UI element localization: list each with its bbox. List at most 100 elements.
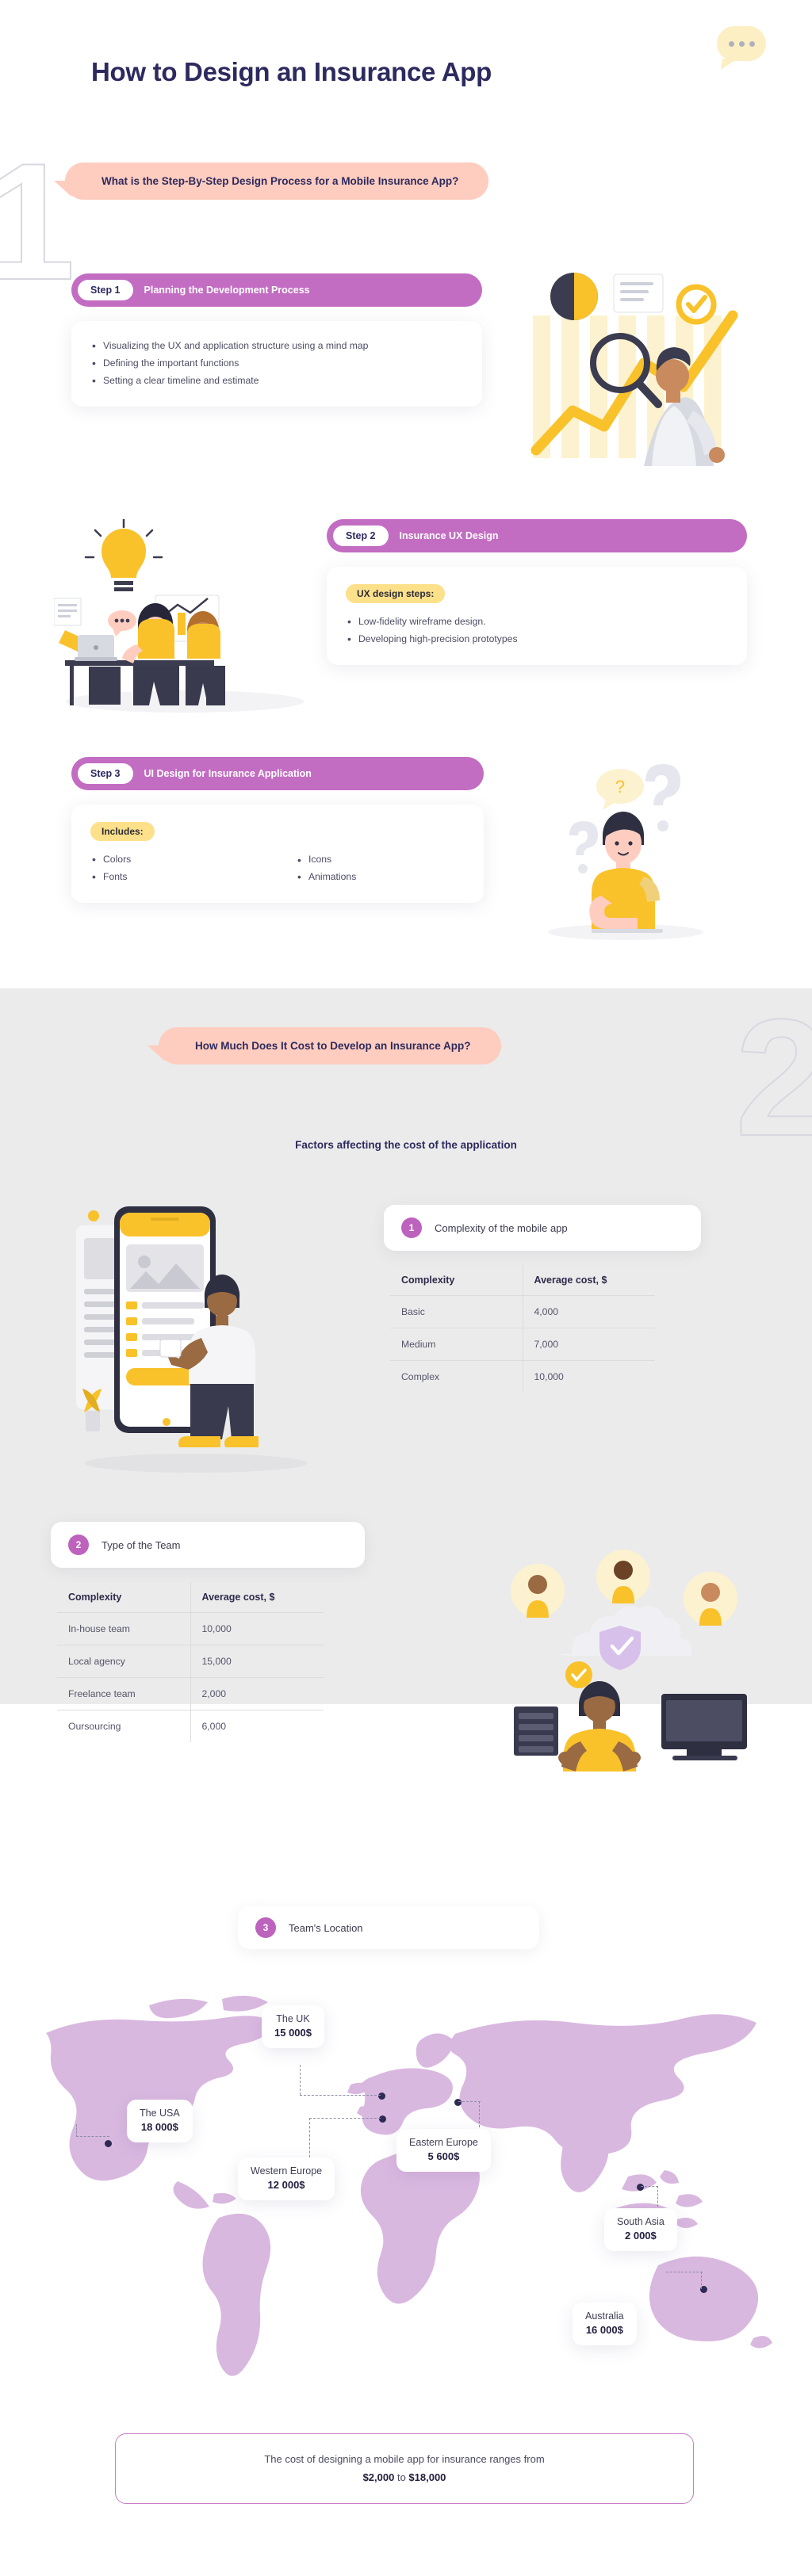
list-item: Icons — [296, 851, 465, 869]
step-1-bullets: Visualizing the UX and application struc… — [90, 338, 463, 389]
connector-eastern-v — [479, 2101, 480, 2131]
page-header: How to Design an Insurance App — [0, 0, 812, 151]
svg-text:?: ? — [615, 777, 625, 797]
illustration-thinking-person: ? — [548, 764, 703, 940]
map-label-name: Eastern Europe — [409, 2137, 478, 2148]
section-design-process: 1 How to Design an Insurance App What is… — [0, 0, 812, 988]
step-3-block: Step 3 UI Design for Insurance Applicati… — [71, 757, 484, 903]
factor-3-chip: 3 Team's Location — [238, 1906, 539, 1949]
map-label-western-europe: Western Europe 12 000$ — [238, 2157, 335, 2201]
table-row: Freelance team 2,000 — [57, 1677, 324, 1710]
factor-2-block: 2 Type of the Team Complexity Average co… — [51, 1522, 365, 1742]
connector-southasia-h — [641, 2186, 658, 2187]
map-label-cost: 5 600$ — [427, 2150, 460, 2162]
factor-1-table-wrap: Complexity Average cost, $ Basic 4,000 M… — [390, 1265, 655, 1393]
column-header: Average cost, $ — [190, 1582, 324, 1613]
map-label-south-asia: South Asia 2 000$ — [604, 2208, 677, 2252]
chat-dots-icon — [717, 26, 766, 61]
map-pin-uk — [378, 2093, 385, 2100]
map-label-cost: 2 000$ — [625, 2229, 657, 2242]
cell-value: 10,000 — [534, 1371, 564, 1382]
step-2-tag: UX design steps: — [346, 584, 446, 603]
factor-1-block: 1 Complexity of the mobile app Complexit… — [384, 1205, 701, 1393]
step-3-tag: Includes: — [90, 822, 155, 841]
map-label-name: The USA — [140, 2108, 180, 2119]
column-header: Average cost, $ — [523, 1265, 655, 1296]
connector-uk-h — [300, 2095, 381, 2096]
factor-3-number: 3 — [255, 1917, 276, 1938]
summary-line-2: $2,000 to $18,000 — [140, 2468, 669, 2486]
table-row: Complex 10,000 — [390, 1360, 655, 1393]
step-2-badge: Step 2 — [333, 526, 389, 546]
table-row: Medium 7,000 — [390, 1328, 655, 1361]
factor-3-block: 3 Team's Location — [238, 1906, 539, 1949]
step-3-badge: Step 3 — [78, 763, 133, 784]
world-map — [46, 1995, 772, 2376]
step-1-badge: Step 1 — [78, 280, 133, 300]
map-pin-south-asia — [637, 2184, 644, 2191]
cell-value: 2,000 — [190, 1677, 324, 1710]
question-banner-2-wrap: How Much Does It Cost to Develop an Insu… — [147, 1027, 501, 1064]
illustration-cloud-team — [511, 1550, 747, 1771]
connector-western-h — [309, 2118, 381, 2119]
summary-box: The cost of designing a mobile app for i… — [115, 2433, 694, 2504]
list-item: Low-fidelity wireframe design. — [346, 613, 728, 631]
list-item: Animations — [296, 869, 465, 886]
cell-value: 15,000 — [190, 1645, 324, 1678]
ghost-numeral-one: 1 — [0, 128, 76, 315]
column-header: Complexity — [390, 1265, 523, 1296]
summary-line-1: The cost of designing a mobile app for i… — [264, 2453, 545, 2465]
summary-join: to — [394, 2471, 409, 2484]
connector-usa-h — [76, 2136, 109, 2137]
dot-2 — [739, 41, 745, 47]
step-2-bullets: Low-fidelity wireframe design. Developin… — [346, 613, 728, 648]
infographic-page: 1 How to Design an Insurance App What is… — [0, 0, 812, 2504]
list-item: Colors — [90, 851, 259, 869]
cell-label: Complex — [390, 1360, 523, 1393]
cell-value: 6,000 — [201, 1721, 227, 1732]
factor-1-number: 1 — [401, 1217, 422, 1238]
step-2-header: Step 2 Insurance UX Design — [327, 519, 747, 552]
step-3-card: Includes: Colors Fonts Icons Animations — [71, 805, 484, 903]
map-label-name: South Asia — [617, 2216, 665, 2227]
map-pin-eastern-europe — [454, 2099, 462, 2106]
step-3-title: UI Design for Insurance Application — [144, 768, 312, 779]
list-item: Fonts — [90, 869, 259, 886]
step-2-title: Insurance UX Design — [399, 530, 499, 541]
table-row: In-house team 10,000 — [57, 1612, 324, 1645]
summary-amount-low: $2,000 — [362, 2471, 395, 2484]
list-item: Defining the important functions — [90, 355, 463, 373]
factor-2-number: 2 — [68, 1535, 89, 1555]
factor-2-chip: 2 Type of the Team — [51, 1522, 365, 1568]
factor-1-table: Complexity Average cost, $ Basic 4,000 M… — [390, 1265, 655, 1393]
factor-1-label: Complexity of the mobile app — [435, 1221, 568, 1234]
map-label-uk: The UK 15 000$ — [262, 2005, 324, 2049]
cell-value: 4,000 — [523, 1295, 655, 1328]
connector-australia-v — [701, 2272, 702, 2289]
step-2-block: Step 2 Insurance UX Design UX design ste… — [327, 519, 747, 665]
cell-label: Freelance team — [57, 1677, 191, 1710]
dot-1 — [729, 41, 734, 47]
connector-usa-v — [76, 2124, 77, 2137]
cell-label: Local agency — [57, 1645, 191, 1678]
map-label-name: Australia — [585, 2310, 624, 2322]
cell-label: Medium — [390, 1328, 523, 1361]
factor-2-table: Complexity Average cost, $ In-house team… — [57, 1582, 324, 1742]
map-label-cost: 18 000$ — [140, 2120, 178, 2133]
question-banner-2: How Much Does It Cost to Develop an Insu… — [147, 1027, 501, 1064]
step-3-header: Step 3 UI Design for Insurance Applicati… — [71, 757, 484, 790]
factor-3-label: Team's Location — [289, 1921, 363, 1934]
cell-label: Oursourcing — [57, 1710, 191, 1742]
connector-southasia-v — [657, 2186, 658, 2207]
summary-amount-high: $18,000 — [408, 2471, 446, 2484]
illustration-team-brainstorm — [54, 519, 304, 713]
list-item: Visualizing the UX and application struc… — [90, 338, 463, 355]
step-1-card: Visualizing the UX and application struc… — [71, 321, 482, 407]
map-label-usa: The USA 18 000$ — [127, 2100, 193, 2143]
list-item: Developing high-precision prototypes — [346, 631, 728, 648]
map-label-eastern-europe: Eastern Europe 5 600$ — [396, 2129, 491, 2173]
table-row: Local agency 15,000 — [57, 1645, 324, 1678]
table-row: Basic 4,000 — [390, 1295, 655, 1328]
dot-3 — [749, 41, 755, 47]
map-label-name: Western Europe — [251, 2165, 323, 2177]
